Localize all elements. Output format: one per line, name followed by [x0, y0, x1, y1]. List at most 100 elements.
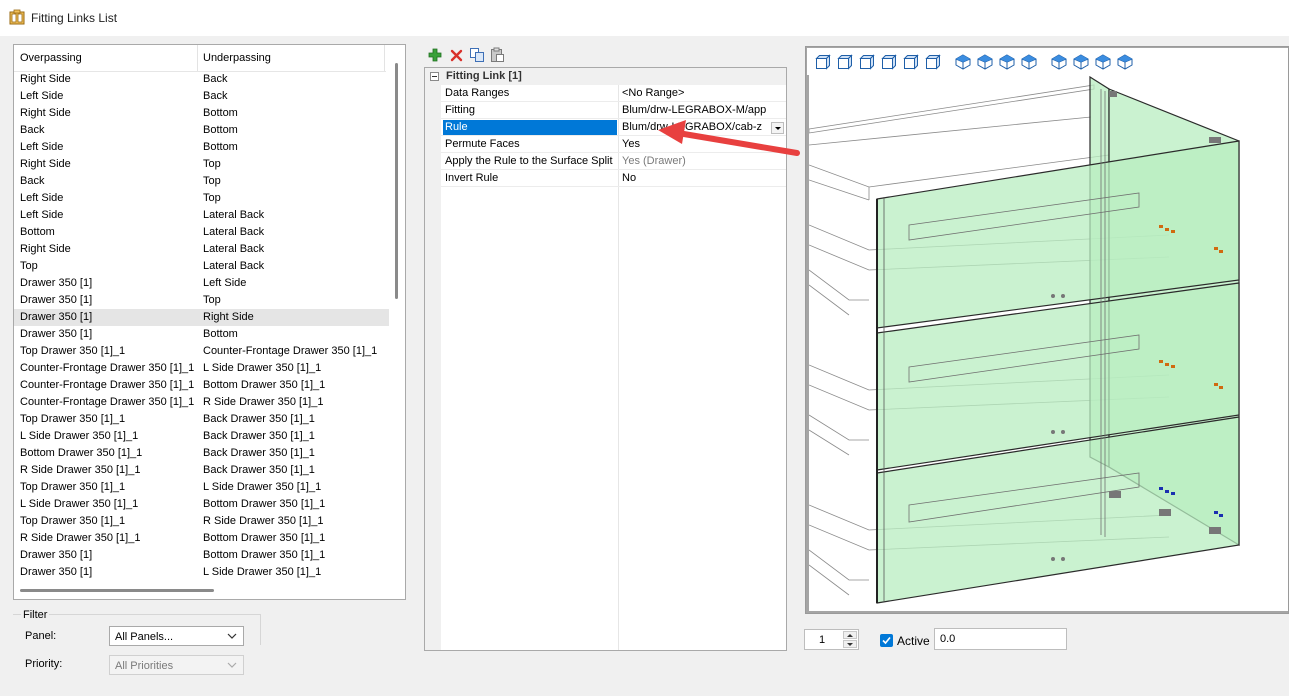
column-header-overpassing[interactable]: Overpassing — [20, 52, 82, 64]
table-row[interactable]: R Side Drawer 350 [1]_1 Back Drawer 350 [… — [14, 462, 389, 479]
table-row[interactable]: Left Side Back — [14, 88, 389, 105]
chevron-down-icon — [226, 658, 238, 672]
horizontal-scrollbar[interactable] — [20, 589, 214, 592]
underpassing-cell: Bottom Drawer 350 [1]_1 — [203, 532, 326, 544]
chevron-down-icon — [226, 629, 238, 643]
overpassing-cell: Top Drawer 350 [1]_1 — [20, 413, 126, 425]
table-row[interactable]: Right Side Lateral Back — [14, 241, 389, 258]
viewport-canvas[interactable] — [808, 75, 1288, 611]
panel-filter-select[interactable]: All Panels... — [109, 626, 244, 646]
dimetric-2-icon[interactable] — [1073, 54, 1089, 70]
fitting-links-table[interactable]: Overpassing Underpassing Right Side Back L… — [13, 44, 406, 600]
column-header-underpassing[interactable]: Underpassing — [203, 52, 271, 64]
underpassing-cell: L Side Drawer 350 [1]_1 — [203, 481, 322, 493]
table-row[interactable]: Drawer 350 [1] Bottom Drawer 350 [1]_1 — [14, 547, 389, 564]
property-value[interactable]: Blum/drw-LEGRABOX-M/app — [622, 104, 766, 116]
table-row[interactable]: Top Drawer 350 [1]_1 R Side Drawer 350 [1… — [14, 513, 389, 530]
table-row[interactable]: Top Drawer 350 [1]_1 Counter-Frontage Dra… — [14, 343, 389, 360]
table-row[interactable]: Bottom Lateral Back — [14, 224, 389, 241]
view-top-icon[interactable] — [903, 54, 919, 70]
table-row[interactable]: Left Side Top — [14, 190, 389, 207]
active-label: Active — [897, 634, 930, 648]
overpassing-cell: Drawer 350 [1] — [20, 566, 93, 578]
paste-icon[interactable] — [489, 47, 505, 63]
table-row[interactable]: Drawer 350 [1] Left Side — [14, 275, 389, 292]
table-row[interactable]: Top Drawer 350 [1]_1 Back Drawer 350 [1]_… — [14, 411, 389, 428]
overpassing-cell: Left Side — [20, 209, 64, 221]
underpassing-cell: Top — [203, 175, 221, 187]
property-category[interactable]: Fitting Link [1] — [425, 68, 786, 85]
column-separator[interactable] — [197, 45, 198, 71]
property-row-data-ranges[interactable]: Data Ranges <No Range> — [441, 85, 786, 102]
iso-se-icon[interactable] — [977, 54, 993, 70]
overpassing-cell: Bottom — [20, 226, 55, 238]
table-row[interactable]: Back Bottom — [14, 122, 389, 139]
table-row[interactable]: Right Side Top — [14, 156, 389, 173]
table-row[interactable]: Right Side Back — [14, 71, 389, 88]
overpassing-cell: Right Side — [20, 243, 71, 255]
stepper-buttons — [843, 631, 857, 648]
table-row[interactable]: Drawer 350 [1] Top — [14, 292, 389, 309]
column-separator[interactable] — [384, 45, 385, 71]
view-bottom-icon[interactable] — [925, 54, 941, 70]
table-row[interactable]: Back Top — [14, 173, 389, 190]
index-value: 1 — [819, 634, 826, 646]
table-row[interactable]: Counter-Frontage Drawer 350 [1]_1 R Side … — [14, 394, 389, 411]
stepper-down-icon[interactable] — [843, 640, 857, 648]
property-row-fitting[interactable]: Fitting Blum/drw-LEGRABOX-M/app — [441, 102, 786, 119]
table-row[interactable]: Left Side Lateral Back — [14, 207, 389, 224]
table-row[interactable]: Drawer 350 [1] Right Side — [14, 309, 389, 326]
property-name: Rule — [443, 120, 617, 135]
dimetric-3-icon[interactable] — [1095, 54, 1111, 70]
copy-icon[interactable] — [469, 47, 485, 63]
iso-nw-icon[interactable] — [1021, 54, 1037, 70]
table-row[interactable]: Top Lateral Back — [14, 258, 389, 275]
3d-viewport[interactable] — [805, 46, 1289, 614]
table-row[interactable]: L Side Drawer 350 [1]_1 Bottom Drawer 350… — [14, 496, 389, 513]
overpassing-cell: Left Side — [20, 90, 64, 102]
property-value[interactable]: <No Range> — [622, 87, 684, 99]
underpassing-cell: Bottom — [203, 141, 238, 153]
view-back-icon[interactable] — [837, 54, 853, 70]
priority-filter-value: All Priorities — [115, 660, 174, 672]
table-row[interactable]: Top Drawer 350 [1]_1 L Side Drawer 350 [1… — [14, 479, 389, 496]
table-row[interactable]: R Side Drawer 350 [1]_1 Bottom Drawer 350… — [14, 530, 389, 547]
index-stepper[interactable]: 1 — [804, 629, 859, 650]
add-icon[interactable] — [427, 47, 443, 63]
iso-ne-icon[interactable] — [999, 54, 1015, 70]
table-row[interactable]: Counter-Frontage Drawer 350 [1]_1 L Side … — [14, 360, 389, 377]
table-row[interactable]: Left Side Bottom — [14, 139, 389, 156]
overpassing-cell: Drawer 350 [1] — [20, 311, 93, 323]
property-value[interactable]: No — [622, 172, 636, 184]
underpassing-cell: Top — [203, 294, 221, 306]
table-row[interactable]: Drawer 350 [1] Bottom — [14, 326, 389, 343]
vertical-scrollbar[interactable] — [395, 63, 398, 299]
property-name: Data Ranges — [445, 87, 510, 99]
collapse-icon[interactable] — [430, 72, 439, 81]
dimetric-4-icon[interactable] — [1117, 54, 1133, 70]
property-row-invert-rule[interactable]: Invert Rule No — [441, 170, 786, 187]
dimetric-1-icon[interactable] — [1051, 54, 1067, 70]
cabinet-drawing — [808, 75, 1240, 604]
delete-icon[interactable] — [449, 47, 465, 63]
table-row[interactable]: Counter-Frontage Drawer 350 [1]_1 Bottom … — [14, 377, 389, 394]
overpassing-cell: Counter-Frontage Drawer 350 [1]_1 — [20, 379, 195, 391]
table-row[interactable]: L Side Drawer 350 [1]_1 Back Drawer 350 [… — [14, 428, 389, 445]
table-row[interactable]: Drawer 350 [1] L Side Drawer 350 [1]_1 — [14, 564, 389, 581]
table-row[interactable]: Bottom Drawer 350 [1]_1 Back Drawer 350 [… — [14, 445, 389, 462]
table-row[interactable]: Right Side Bottom — [14, 105, 389, 122]
overpassing-cell: L Side Drawer 350 [1]_1 — [20, 430, 139, 442]
view-left-icon[interactable] — [859, 54, 875, 70]
stepper-up-icon[interactable] — [843, 631, 857, 639]
priority-filter-select[interactable]: All Priorities — [109, 655, 244, 675]
window-title: Fitting Links List — [31, 11, 118, 25]
view-right-icon[interactable] — [881, 54, 897, 70]
value-input[interactable]: 0.0 — [934, 628, 1067, 650]
iso-sw-icon[interactable] — [955, 54, 971, 70]
view-front-icon[interactable] — [815, 54, 831, 70]
active-checkbox[interactable] — [880, 634, 893, 647]
property-value[interactable]: Yes — [622, 138, 640, 150]
underpassing-cell: R Side Drawer 350 [1]_1 — [203, 515, 324, 527]
overpassing-cell: Right Side — [20, 107, 71, 119]
overpassing-cell: Right Side — [20, 73, 71, 85]
